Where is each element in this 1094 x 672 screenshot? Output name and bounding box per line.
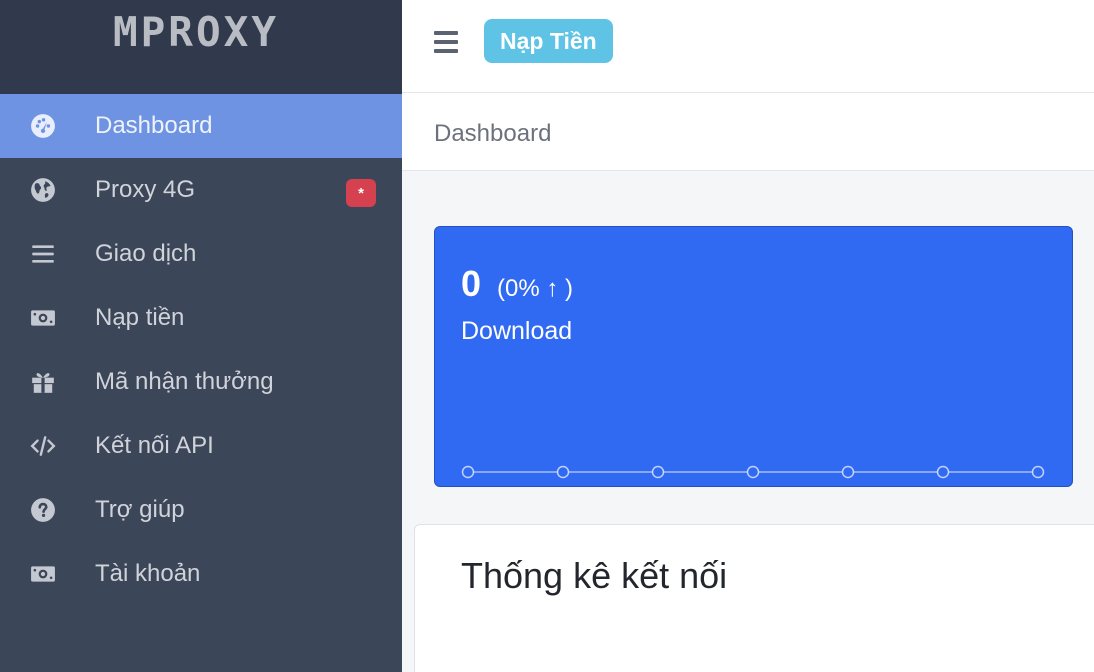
dashboard-gauge-icon (29, 112, 57, 140)
topup-button[interactable]: Nạp Tiền (484, 19, 613, 63)
breadcrumb-current: Dashboard (434, 120, 552, 147)
stat-line: 0 (0% ↑ ) (461, 263, 573, 305)
code-icon (29, 432, 57, 460)
sparkline-point (651, 465, 665, 479)
stat-change: (0% ↑ ) (497, 275, 574, 302)
breadcrumb: Dashboard (402, 93, 1094, 171)
sidebar-item-label: Kết nối API (95, 432, 214, 459)
sidebar-item-help[interactable]: Trợ giúp (0, 478, 402, 542)
brand-header: MPROXY (0, 0, 402, 94)
sidebar-item-label: Nạp tiền (95, 304, 185, 331)
money-bill-icon (29, 560, 57, 588)
sidebar-item-proxy-4g[interactable]: Proxy 4G * (0, 158, 402, 222)
download-stat-card: 0 (0% ↑ ) Download (434, 226, 1073, 487)
sidebar-item-label: Tài khoản (95, 560, 201, 587)
sidebar: MPROXY Dashboard Proxy 4G * Giao dịch Nạ… (0, 0, 402, 672)
panel-title: Thống kê kết nối (461, 555, 728, 596)
sidebar-item-label: Trợ giúp (95, 496, 185, 523)
stat-value: 0 (461, 263, 482, 304)
sidebar-item-topup[interactable]: Nạp tiền (0, 286, 402, 350)
brand-logo[interactable]: MPROXY (113, 12, 279, 94)
stat-label: Download (461, 317, 573, 345)
sparkline-point (461, 465, 475, 479)
new-badge: * (346, 179, 376, 207)
sidebar-item-label: Mã nhận thưởng (95, 368, 274, 395)
sidebar-item-api[interactable]: Kết nối API (0, 414, 402, 478)
sparkline-point (1031, 465, 1045, 479)
sidebar-item-reward-code[interactable]: Mã nhận thưởng (0, 350, 402, 414)
hamburger-icon[interactable] (434, 31, 458, 53)
sparkline-point (841, 465, 855, 479)
sparkline (461, 465, 1045, 479)
sidebar-item-account[interactable]: Tài khoản (0, 542, 402, 606)
question-circle-icon (29, 496, 57, 524)
list-icon (29, 240, 57, 268)
connection-stats-panel: Thống kê kết nối (414, 524, 1094, 672)
sparkline-point (556, 465, 570, 479)
sidebar-item-label: Giao dịch (95, 240, 197, 267)
gift-icon (29, 368, 57, 396)
topbar: Nạp Tiền (402, 0, 1094, 93)
sidebar-nav: Dashboard Proxy 4G * Giao dịch Nạp tiền (0, 94, 402, 606)
sidebar-item-label: Proxy 4G (95, 176, 196, 203)
sparkline-point (746, 465, 760, 479)
sidebar-item-label: Dashboard (95, 112, 213, 139)
money-bill-icon (29, 304, 57, 332)
sparkline-point (936, 465, 950, 479)
sidebar-item-transactions[interactable]: Giao dịch (0, 222, 402, 286)
globe-icon (29, 176, 57, 204)
sidebar-item-dashboard[interactable]: Dashboard (0, 94, 402, 158)
